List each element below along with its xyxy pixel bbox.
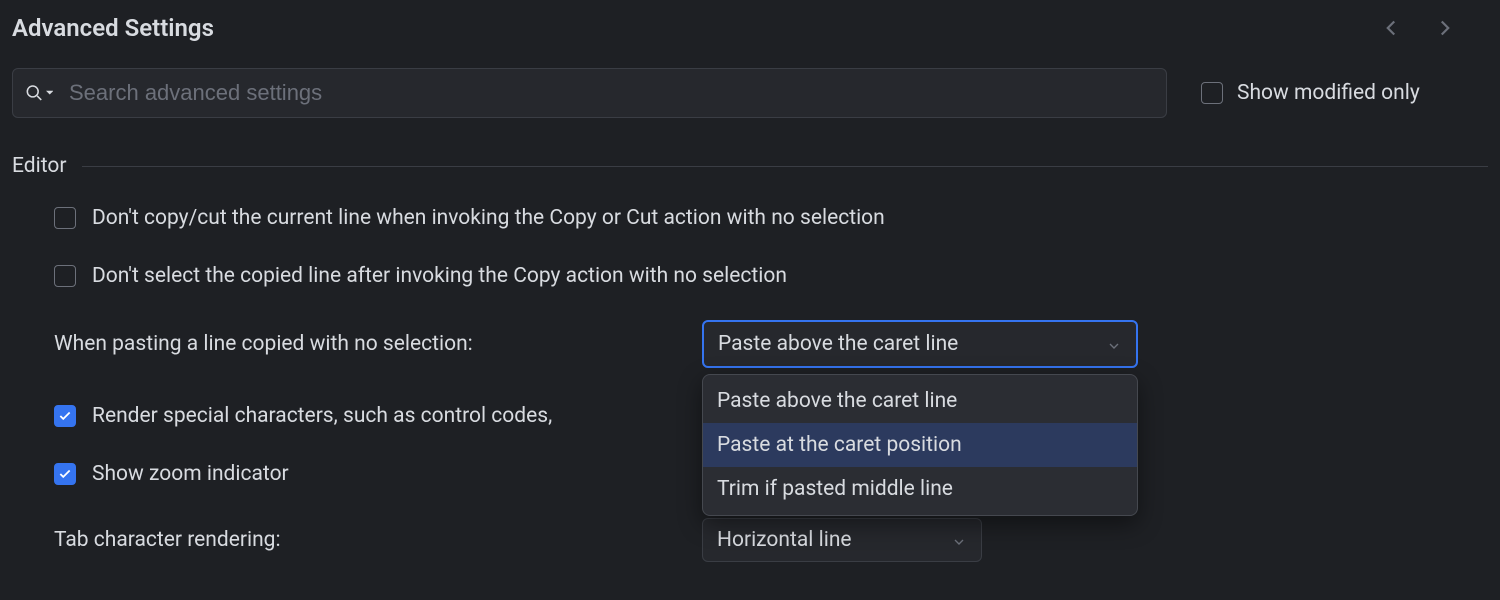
checkbox-select-after-copy[interactable]: Don't select the copied line after invok… <box>54 264 787 288</box>
checkbox-unchecked-icon[interactable] <box>54 265 76 287</box>
paste-mode-select[interactable]: Paste above the caret line <box>702 320 1138 368</box>
header: Advanced Settings <box>12 14 1488 42</box>
checkbox-zoom-indicator[interactable]: Show zoom indicator <box>54 462 289 486</box>
setting-label: Don't copy/cut the current line when inv… <box>92 206 885 230</box>
checkbox-checked-icon[interactable] <box>54 463 76 485</box>
checkbox-unchecked-icon[interactable] <box>54 207 76 229</box>
nav-arrows <box>1378 15 1458 41</box>
checkbox-unchecked-icon[interactable] <box>1201 82 1223 104</box>
search-input[interactable] <box>67 79 1154 107</box>
select-value: Paste above the caret line <box>718 332 958 356</box>
dropdown-item[interactable]: Paste above the caret line <box>703 379 1137 423</box>
tab-rendering-select[interactable]: Horizontal line <box>702 518 982 562</box>
chevron-down-icon <box>1106 336 1122 352</box>
select-value: Horizontal line <box>717 528 852 552</box>
advanced-settings-panel: Advanced Settings Show modified only <box>0 0 1500 562</box>
divider <box>82 166 1488 167</box>
section-title: Editor <box>12 154 66 178</box>
setting-paste-mode: When pasting a line copied with no selec… <box>54 320 1488 368</box>
search-icon <box>25 79 53 107</box>
chevron-down-icon <box>951 532 967 548</box>
setting-label: Tab character rendering: <box>54 528 702 552</box>
setting-tab-rendering: Tab character rendering: Horizontal line <box>54 518 1488 562</box>
section-header-editor: Editor <box>12 154 1488 178</box>
checkbox-checked-icon[interactable] <box>54 405 76 427</box>
search-box[interactable] <box>12 68 1167 118</box>
setting-copy-cut: Don't copy/cut the current line when inv… <box>54 204 1488 232</box>
show-modified-label: Show modified only <box>1237 81 1420 105</box>
setting-label: Show zoom indicator <box>92 462 289 486</box>
paste-mode-dropdown: Paste above the caret line Paste at the … <box>702 374 1138 516</box>
dropdown-item[interactable]: Paste at the caret position <box>703 423 1137 467</box>
show-modified-only[interactable]: Show modified only <box>1201 81 1420 105</box>
page-title: Advanced Settings <box>12 14 214 42</box>
checkbox-copy-cut[interactable]: Don't copy/cut the current line when inv… <box>54 206 885 230</box>
setting-label: Don't select the copied line after invok… <box>92 264 787 288</box>
search-row: Show modified only <box>12 68 1488 118</box>
forward-icon[interactable] <box>1432 15 1458 41</box>
dropdown-item[interactable]: Trim if pasted middle line <box>703 467 1137 511</box>
setting-select-after-copy: Don't select the copied line after invok… <box>54 262 1488 290</box>
back-icon[interactable] <box>1378 15 1404 41</box>
settings-body: Don't copy/cut the current line when inv… <box>12 204 1488 562</box>
setting-label: When pasting a line copied with no selec… <box>54 332 702 356</box>
